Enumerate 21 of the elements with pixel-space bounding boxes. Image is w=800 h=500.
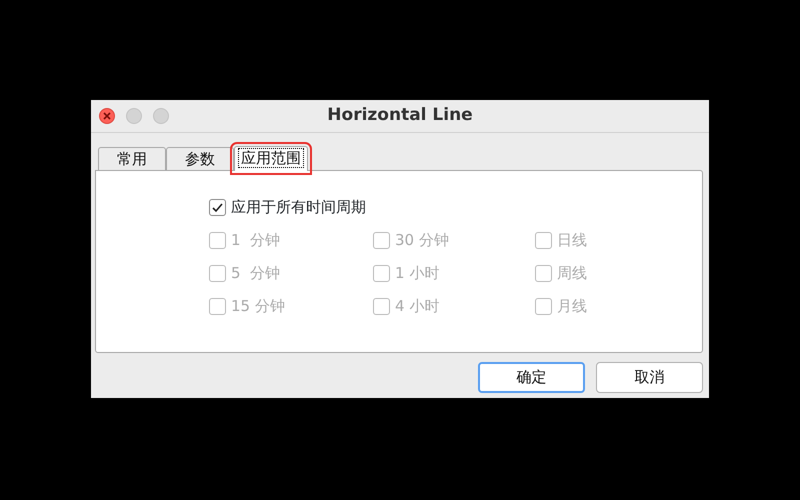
checkbox-label: 30 分钟 xyxy=(395,230,449,252)
checkbox-label: 5 分钟 xyxy=(231,263,280,284)
checkbox-label: 15 分钟 xyxy=(231,296,285,318)
cancel-button[interactable]: 取消 xyxy=(596,362,703,393)
check-icon xyxy=(211,201,224,214)
checkbox-label: 周线 xyxy=(557,263,587,284)
checkbox-label: 月线 xyxy=(557,296,587,318)
checkbox-label: 1 小时 xyxy=(395,263,440,284)
close-button[interactable] xyxy=(99,108,115,124)
checkbox-label: 应用于所有时间周期 xyxy=(231,197,366,218)
minimize-button[interactable] xyxy=(126,108,142,124)
zoom-button[interactable] xyxy=(153,108,169,124)
close-icon xyxy=(102,111,112,121)
checkbox-label: 4 小时 xyxy=(395,296,440,318)
tab[interactable]: 常用 xyxy=(98,147,166,170)
window-title: Horizontal Line xyxy=(327,104,473,128)
checkbox-label: 1 分钟 xyxy=(231,230,280,252)
checkbox-label: 日线 xyxy=(557,230,587,252)
ok-button[interactable]: 确定 xyxy=(478,362,585,393)
tab[interactable]: 参数 xyxy=(166,147,234,170)
checkbox[interactable] xyxy=(209,199,226,216)
